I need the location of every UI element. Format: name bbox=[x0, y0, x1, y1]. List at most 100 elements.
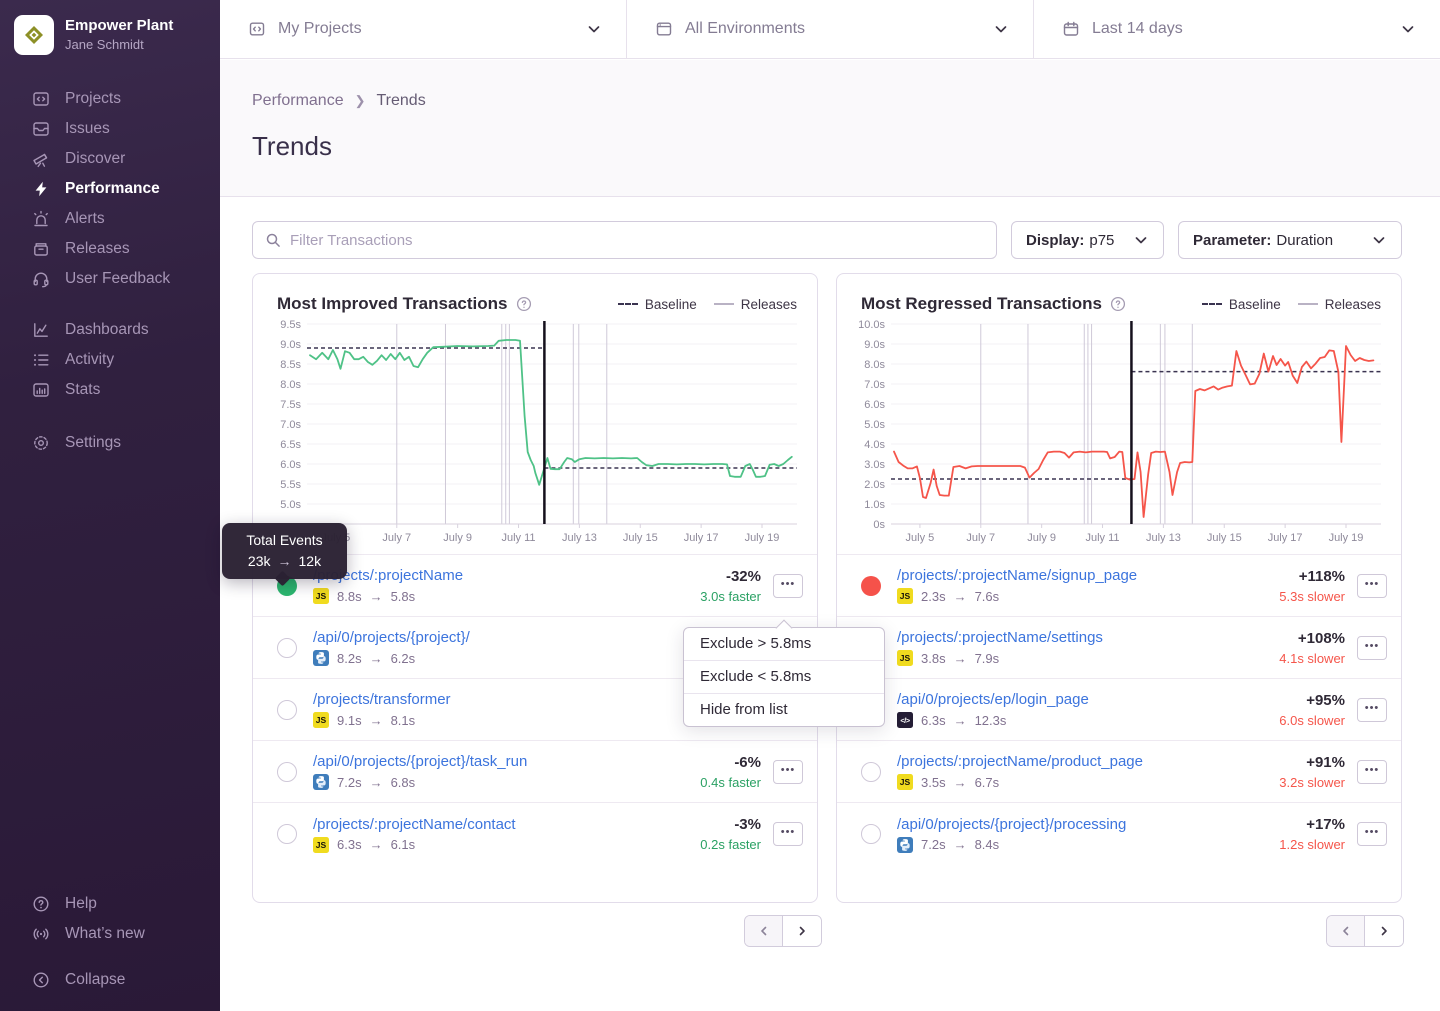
environment-selector[interactable]: All Environments bbox=[626, 0, 1033, 58]
arrow-right-icon: → bbox=[278, 553, 292, 569]
transaction-actions-button[interactable]: ••• bbox=[773, 574, 803, 598]
transaction-radio[interactable] bbox=[277, 700, 297, 720]
transaction-actions-button[interactable]: ••• bbox=[1357, 822, 1387, 846]
svg-text:8.5s: 8.5s bbox=[280, 359, 301, 371]
sidebar-item-help[interactable]: Help bbox=[0, 889, 220, 919]
transaction-link[interactable]: /api/0/projects/{project}/ bbox=[313, 629, 689, 646]
project-icon bbox=[248, 20, 266, 38]
sidebar-item-performance[interactable]: Performance bbox=[0, 174, 220, 204]
sidebar-item-issues[interactable]: Issues bbox=[0, 114, 220, 144]
transaction-radio[interactable] bbox=[277, 762, 297, 782]
transaction-durations: JS2.3s→7.6s bbox=[897, 588, 1273, 604]
question-mark-icon[interactable] bbox=[1110, 296, 1126, 312]
transaction-link[interactable]: /projects/:projectName/signup_page bbox=[897, 567, 1273, 584]
legend-releases-label: Releases bbox=[1325, 297, 1381, 312]
transaction-delta: -6%0.4s faster bbox=[689, 754, 761, 790]
next-page-button[interactable] bbox=[1365, 916, 1403, 946]
svg-text:8.0s: 8.0s bbox=[864, 359, 885, 371]
parameter-dropdown[interactable]: Parameter: Duration bbox=[1178, 221, 1402, 259]
display-label: Display: bbox=[1026, 232, 1084, 249]
transaction-radio[interactable] bbox=[861, 824, 881, 844]
transaction-radio[interactable] bbox=[861, 762, 881, 782]
transaction-link[interactable]: /projects/:projectName/product_page bbox=[897, 753, 1273, 770]
transaction-filter bbox=[252, 221, 997, 259]
breadcrumb: Performance ❯ Trends bbox=[252, 92, 426, 110]
sidebar-item-collapse[interactable]: Collapse bbox=[0, 965, 220, 995]
sidebar-item-user-feedback[interactable]: User Feedback bbox=[0, 264, 220, 294]
user-feedback-icon bbox=[32, 270, 50, 288]
sidebar-item-releases[interactable]: Releases bbox=[0, 234, 220, 264]
transaction-link[interactable]: /api/0/projects/ep/login_page bbox=[897, 691, 1273, 708]
date-range-selector[interactable]: Last 14 days bbox=[1033, 0, 1440, 58]
transaction-delta: +91%3.2s slower bbox=[1273, 754, 1345, 790]
svg-text:9.5s: 9.5s bbox=[280, 319, 301, 331]
search-input[interactable] bbox=[290, 232, 984, 249]
svg-text:July 11: July 11 bbox=[1085, 532, 1119, 544]
transaction-actions-button[interactable]: ••• bbox=[1357, 760, 1387, 784]
chevron-down-icon bbox=[1361, 232, 1387, 248]
breadcrumb-trends[interactable]: Trends bbox=[377, 92, 426, 110]
arrow-right-icon: → bbox=[370, 713, 383, 728]
svg-text:July 11: July 11 bbox=[501, 532, 535, 544]
transaction-actions-button[interactable]: ••• bbox=[1357, 574, 1387, 598]
menu-item-exclude-5-8ms[interactable]: Exclude < 5.8ms bbox=[684, 661, 884, 694]
transaction-row: /projects/:projectName/settingsJS3.8s→7.… bbox=[837, 617, 1401, 679]
transaction-actions-button[interactable]: ••• bbox=[773, 760, 803, 784]
sidebar-item-activity[interactable]: Activity bbox=[0, 345, 220, 375]
arrow-right-icon: → bbox=[954, 651, 967, 666]
svg-text:July 17: July 17 bbox=[1268, 532, 1303, 544]
most-regressed-panel: Most Regressed Transactions Baseline Rel… bbox=[836, 273, 1402, 903]
transaction-link[interactable]: /api/0/projects/{project}/task_run bbox=[313, 753, 689, 770]
transaction-durations: </>6.3s→12.3s bbox=[897, 712, 1273, 728]
svg-text:July 5: July 5 bbox=[906, 532, 935, 544]
panel-title-regressed: Most Regressed Transactions bbox=[861, 294, 1126, 314]
menu-item-hide-from-list[interactable]: Hide from list bbox=[684, 694, 884, 726]
sidebar-item-discover[interactable]: Discover bbox=[0, 144, 220, 174]
sidebar-item-what-s-new[interactable]: What’s new bbox=[0, 919, 220, 949]
display-dropdown[interactable]: Display: p75 bbox=[1011, 221, 1164, 259]
tooltip-from-value: 23k bbox=[248, 553, 271, 569]
project-selector[interactable]: My Projects bbox=[220, 0, 626, 58]
legend-baseline-label: Baseline bbox=[1229, 297, 1281, 312]
transaction-link[interactable]: /projects/:projectName/settings bbox=[897, 629, 1273, 646]
transaction-link[interactable]: /projects/:projectName/contact bbox=[313, 816, 689, 833]
settings-icon bbox=[32, 434, 50, 452]
transaction-delta: +17%1.2s slower bbox=[1273, 816, 1345, 852]
transaction-link[interactable]: /api/0/projects/{project}/processing bbox=[897, 816, 1273, 833]
regressed-transactions-list: /projects/:projectName/signup_page JS2.3s… bbox=[837, 554, 1401, 865]
transaction-actions-button[interactable]: ••• bbox=[773, 822, 803, 846]
org-switcher[interactable]: Empower Plant Jane Schmidt bbox=[0, 0, 220, 70]
sidebar-item-alerts[interactable]: Alerts bbox=[0, 204, 220, 234]
org-logo bbox=[14, 15, 54, 55]
transaction-durations: 7.2s→8.4s bbox=[897, 837, 1273, 853]
whats-new-icon bbox=[32, 925, 50, 943]
previous-page-button[interactable] bbox=[1327, 916, 1365, 946]
sidebar-item-dashboards[interactable]: Dashboards bbox=[0, 315, 220, 345]
transaction-link[interactable]: /projects/:projectName bbox=[313, 567, 689, 584]
javascript-icon: JS bbox=[897, 650, 913, 666]
transaction-row: /api/0/projects/{project}/processing 7.2s… bbox=[837, 803, 1401, 865]
transaction-radio[interactable] bbox=[861, 576, 881, 596]
question-mark-icon[interactable] bbox=[516, 296, 532, 312]
menu-item-exclude-5-8ms[interactable]: Exclude > 5.8ms bbox=[684, 628, 884, 661]
transaction-link[interactable]: /projects/transformer bbox=[313, 691, 689, 708]
transaction-delta: +108%4.1s slower bbox=[1273, 630, 1345, 666]
sidebar-item-stats[interactable]: Stats bbox=[0, 375, 220, 405]
chart-legend: Baseline Releases bbox=[618, 297, 797, 312]
transaction-radio[interactable] bbox=[277, 638, 297, 658]
sidebar-item-projects[interactable]: Projects bbox=[0, 84, 220, 114]
transaction-radio[interactable] bbox=[277, 824, 297, 844]
breadcrumb-performance[interactable]: Performance bbox=[252, 92, 344, 110]
javascript-icon: JS bbox=[313, 588, 329, 604]
arrow-right-icon: → bbox=[370, 589, 383, 604]
svg-text:6.0s: 6.0s bbox=[280, 459, 301, 471]
svg-text:1.0s: 1.0s bbox=[864, 499, 885, 511]
svg-text:5.0s: 5.0s bbox=[864, 419, 885, 431]
svg-text:July 13: July 13 bbox=[1146, 532, 1181, 544]
transaction-actions-button[interactable]: ••• bbox=[1357, 698, 1387, 722]
parameter-value: Duration bbox=[1276, 232, 1333, 249]
sidebar-item-settings[interactable]: Settings bbox=[0, 428, 220, 458]
previous-page-button[interactable] bbox=[745, 916, 783, 946]
next-page-button[interactable] bbox=[783, 916, 821, 946]
transaction-actions-button[interactable]: ••• bbox=[1357, 636, 1387, 660]
